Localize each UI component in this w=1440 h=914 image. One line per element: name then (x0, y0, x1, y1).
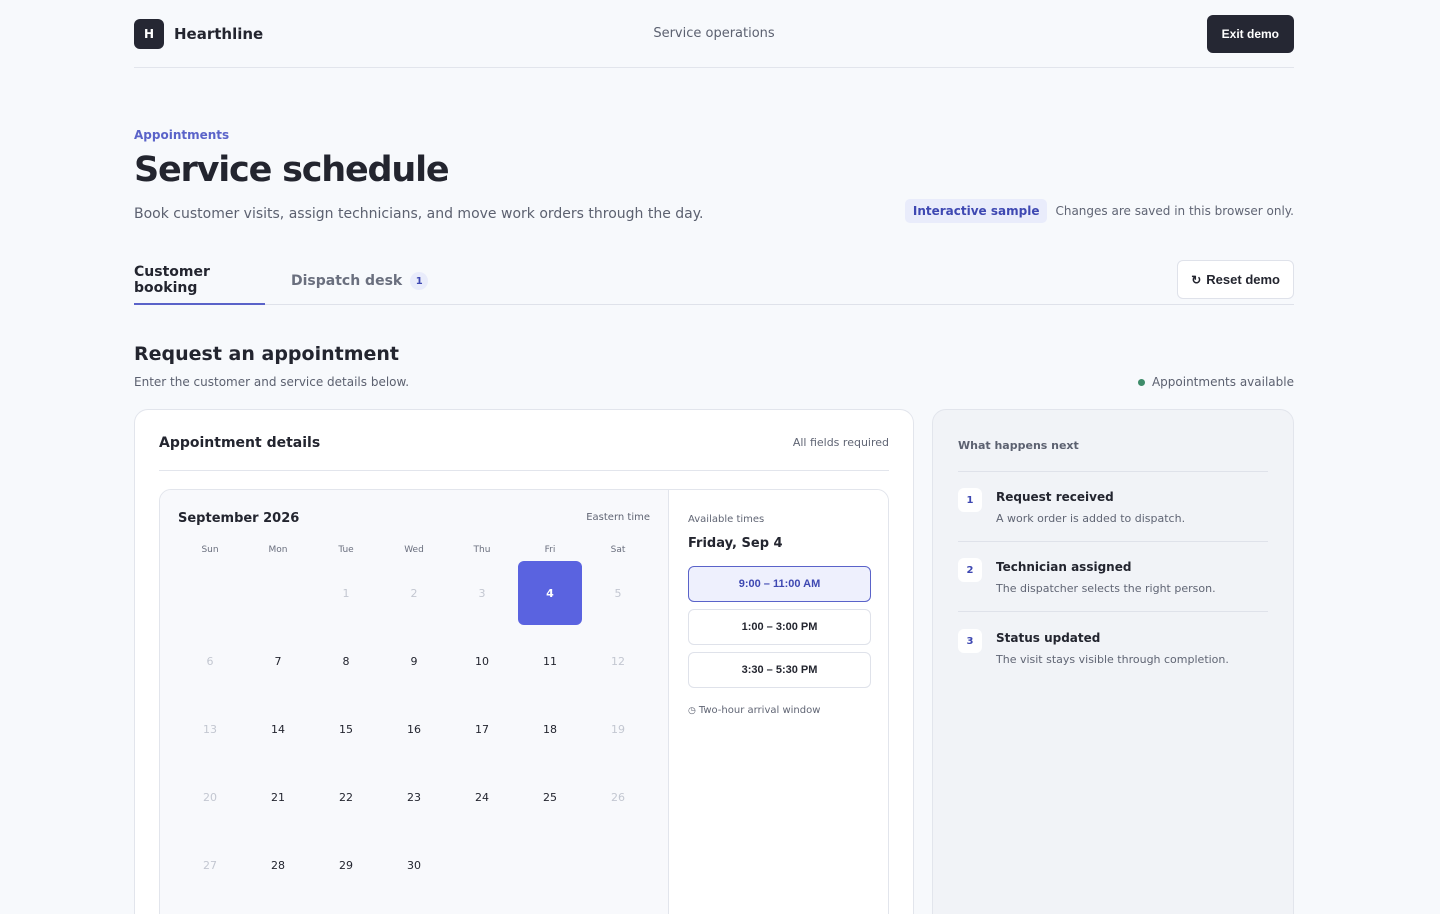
weekday-label: Wed (404, 545, 424, 555)
arrival-window-text: Two-hour arrival window (698, 705, 821, 716)
weekday-label: Thu (473, 545, 491, 555)
step-number: 2 (958, 558, 982, 582)
calendar-day[interactable]: 9 (382, 629, 446, 693)
card-header: Appointment details All fields required (159, 410, 889, 471)
tab-label: Customer booking (134, 264, 210, 296)
calendar-day[interactable]: 16 (382, 697, 446, 761)
calendar-month: September 2026 (178, 511, 300, 526)
page-title: Service schedule (134, 150, 450, 190)
calendar-day: 20 (203, 790, 217, 804)
section-title: Request an appointment (134, 343, 399, 365)
tab-label: Dispatch desk (291, 273, 403, 289)
sample-badge: Interactive sample (904, 199, 1048, 223)
calendar-day[interactable]: 14 (246, 697, 310, 761)
availability-status: Appointments available (1137, 375, 1294, 389)
step-title: Status updated (996, 631, 1101, 645)
step-title: Technician assigned (996, 560, 1132, 574)
exit-demo-button[interactable]: Exit demo (1206, 15, 1294, 53)
required-note: All fields required (792, 436, 889, 449)
weekday-label: Mon (268, 545, 288, 555)
calendar-timezone: Eastern time (586, 512, 650, 523)
calendar-day: 26 (611, 790, 625, 804)
calendar-day[interactable]: 11 (518, 629, 582, 693)
next-steps-panel: What happens next 1 Request received A w… (932, 409, 1294, 914)
time-slot-button[interactable]: 9:00 – 11:00 AM (688, 566, 871, 602)
calendar-day[interactable]: 21 (246, 765, 310, 829)
calendar-day: 1 (342, 586, 350, 600)
weekday-label: Sat (610, 545, 626, 555)
step-description: A work order is added to dispatch. (996, 512, 1186, 525)
calendar-day[interactable]: 24 (450, 765, 514, 829)
calendar-day: 5 (614, 586, 622, 600)
calendar-day[interactable]: 30 (382, 833, 446, 897)
tab-customer-booking[interactable]: Customer booking (134, 257, 265, 305)
appointment-details-card: Appointment details All fields required … (134, 409, 914, 914)
calendar-day[interactable]: 28 (246, 833, 310, 897)
calendar-day[interactable]: 15 (314, 697, 378, 761)
refresh-icon: ↻ (1191, 272, 1202, 287)
calendar-day: 27 (203, 858, 217, 872)
calendar-day[interactable]: 10 (450, 629, 514, 693)
calendar-day: 13 (203, 722, 217, 736)
step-item: 1 Request received A work order is added… (958, 472, 1268, 542)
date-time-picker: September 2026 Eastern time Sun Mon Tue Wed… (159, 489, 889, 914)
calendar-day[interactable]: 25 (518, 765, 582, 829)
step-item: 3 Status updated The visit stays visible… (958, 613, 1268, 683)
calendar-day[interactable]: 8 (314, 629, 378, 693)
next-steps-title: What happens next (958, 439, 1079, 452)
weekday-label: Tue (338, 545, 354, 555)
step-item: 2 Technician assigned The dispatcher sel… (958, 542, 1268, 612)
calendar-day[interactable]: 7 (246, 629, 310, 693)
sample-notice: Interactive sample Changes are saved in … (904, 199, 1294, 223)
clock-icon: ◷ (688, 705, 696, 716)
card-title: Appointment details (159, 435, 321, 451)
calendar-day: 2 (410, 586, 418, 600)
app-section-title: Service operations (653, 26, 775, 41)
weekday-label: Fri (544, 545, 556, 555)
calendar-day[interactable]: 17 (450, 697, 514, 761)
tab-dispatch-desk[interactable]: Dispatch desk 1 (291, 257, 429, 305)
calendar-day[interactable]: 23 (382, 765, 446, 829)
calendar-day[interactable]: 22 (314, 765, 378, 829)
section-subtitle: Enter the customer and service details b… (134, 375, 410, 389)
time-slot-button[interactable]: 3:30 – 5:30 PM (688, 652, 871, 688)
times-label: Available times (688, 514, 765, 525)
step-description: The visit stays visible through completi… (996, 653, 1229, 666)
page-subtitle: Book customer visits, assign technicians… (134, 206, 704, 222)
step-number: 1 (958, 488, 982, 512)
tab-count-badge: 1 (410, 272, 429, 290)
breadcrumb[interactable]: Appointments (134, 128, 229, 142)
arrival-window-note: ◷ Two-hour arrival window (688, 705, 820, 716)
time-slot-panel: Available times Friday, Sep 4 9:00 – 11:… (670, 490, 888, 914)
step-number: 3 (958, 629, 982, 653)
status-dot-icon (1137, 378, 1145, 386)
tab-bar: Customer booking Dispatch desk 1 ↻ Reset… (134, 257, 1294, 305)
calendar-day: 3 (478, 586, 486, 600)
calendar-day[interactable]: 29 (314, 833, 378, 897)
selected-date: Friday, Sep 4 (688, 536, 783, 551)
step-description: The dispatcher selects the right person. (996, 582, 1216, 595)
top-bar: H Hearthline Service operations Exit dem… (134, 0, 1294, 68)
calendar-day[interactable]: 18 (518, 697, 582, 761)
calendar-day: 12 (611, 654, 625, 668)
sample-note: Changes are saved in this browser only. (1055, 204, 1294, 218)
reset-demo-button[interactable]: ↻ Reset demo (1177, 260, 1294, 299)
calendar: September 2026 Eastern time Sun Mon Tue Wed… (160, 490, 669, 914)
weekday-label: Sun (201, 545, 219, 555)
calendar-day-selected[interactable]: 4 (518, 561, 582, 625)
availability-label: Appointments available (1151, 375, 1294, 389)
calendar-day: 6 (206, 654, 214, 668)
reset-label: Reset demo (1206, 272, 1280, 287)
time-slot-button[interactable]: 1:00 – 3:00 PM (688, 609, 871, 645)
calendar-day: 19 (611, 722, 625, 736)
step-title: Request received (996, 490, 1114, 504)
